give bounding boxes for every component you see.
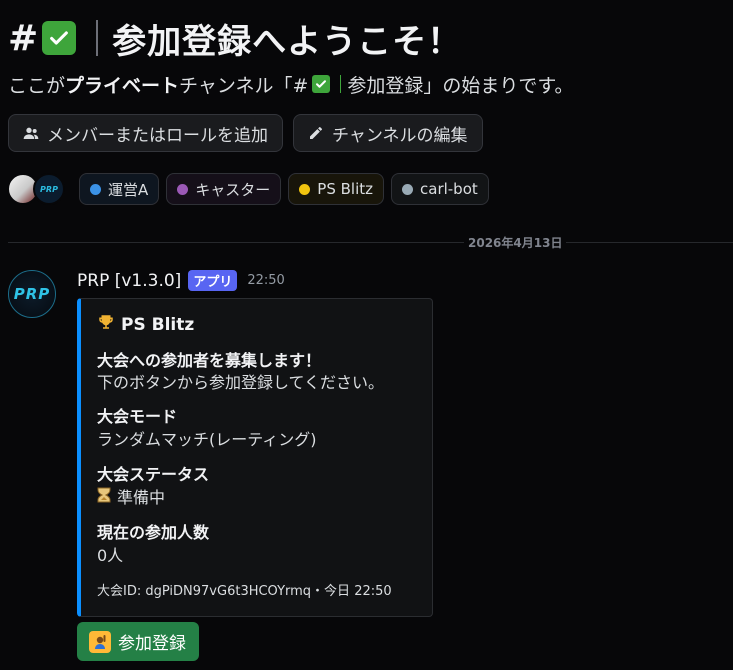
subtitle-mid: チャンネル「# (179, 74, 309, 97)
role-color-dot (177, 183, 189, 195)
role-label: carl-bot (420, 180, 478, 198)
add-members-button[interactable]: メンバーまたはロールを追加 (8, 114, 283, 152)
subtitle-pre: ここが (8, 74, 66, 97)
bot-avatar[interactable]: PRP (8, 270, 56, 318)
welcome-subtitle: ここが プライベート チャンネル「# 参加登録 」の始まりです。 (8, 70, 725, 98)
role-label: PS Blitz (317, 180, 373, 198)
people-icon (23, 127, 39, 139)
embed-footer: 大会ID: dgPiDN97vG6t3HCOYrmq・今日 22:50 (97, 584, 392, 599)
join-registration-button[interactable]: 参加登録 (77, 622, 199, 661)
field-value: 準備中 (117, 488, 166, 507)
subtitle-post: 」の始まりです。 (423, 74, 574, 97)
channel-welcome-header: # 参加登録へようこそ！ ここが プライベート チャンネル「# 参加登録 」の始… (8, 12, 725, 98)
raising-hand-icon (89, 630, 111, 653)
embed-desc-line: 下のボタンから参加登録してください。 (97, 373, 385, 392)
subtitle-private: プライベート (65, 74, 180, 97)
embed-description: 大会への参加者を募集します！ 下のボタンから参加登録してください。 (97, 350, 416, 394)
message-author[interactable]: PRP [v1.3.0] (77, 271, 181, 291)
date-divider (8, 242, 733, 243)
role-chip[interactable]: carl-bot (391, 173, 489, 205)
role-chip[interactable]: 運営A (79, 173, 160, 205)
role-color-dot (402, 183, 413, 195)
role-chip[interactable]: PS Blitz (288, 173, 384, 205)
add-members-label: メンバーまたはロールを追加 (47, 125, 268, 146)
pencil-icon (310, 126, 323, 139)
embed-field-status: 大会ステータス 準備中 (97, 464, 416, 510)
embed-title: PS Blitz (97, 313, 416, 336)
edit-channel-button[interactable]: チャンネルの編集 (293, 114, 483, 152)
field-name: 現在の参加人数 (97, 523, 210, 542)
field-value: 0人 (97, 546, 124, 565)
avatar-prp-text: PRP (40, 184, 58, 194)
date-divider-label: 2026年4月13日 (464, 234, 567, 251)
role-chip[interactable]: キャスター (166, 173, 282, 205)
bot-avatar-logo: PRP (13, 285, 51, 303)
title-separator (96, 20, 99, 56)
embed-desc-bold: 大会への参加者を募集します！ (97, 351, 322, 370)
trophy-icon (97, 313, 115, 336)
field-name: 大会ステータス (97, 465, 210, 484)
tournament-embed: PS Blitz 大会への参加者を募集します！ 下のボタンから参加登録してくださ… (77, 298, 433, 617)
embed-title-text: PS Blitz (121, 314, 195, 335)
channel-actions: メンバーまたはロールを追加 チャンネルの編集 (8, 114, 483, 152)
check-mark-icon (42, 21, 77, 55)
mini-separator (340, 75, 342, 93)
welcome-title-text: 参加登録へようこそ！ (112, 21, 463, 62)
welcome-title: # 参加登録へようこそ！ (8, 12, 725, 64)
hash-icon: # (8, 17, 39, 59)
subtitle-channel: 参加登録 (347, 74, 424, 97)
role-label: キャスター (195, 180, 271, 199)
message-header: PRP [v1.3.0] アプリ 22:50 (77, 270, 285, 291)
app-badge: アプリ (188, 270, 238, 291)
message-timestamp: 22:50 (247, 273, 285, 288)
role-color-dot (90, 183, 101, 195)
role-label: 運営A (108, 180, 149, 199)
role-chips: 運営A キャスター PS Blitz carl-bot (79, 173, 489, 205)
field-value-row: 準備中 (97, 486, 416, 510)
hourglass-icon (97, 486, 111, 510)
field-name: 大会モード (97, 407, 178, 426)
embed-field-mode: 大会モード ランダムマッチ(レーティング) (97, 406, 416, 452)
edit-channel-label: チャンネルの編集 (332, 125, 468, 146)
join-button-label: 参加登録 (118, 634, 186, 654)
field-value: ランダムマッチ(レーティング) (97, 430, 317, 449)
member-avatar-prp[interactable]: PRP (33, 173, 65, 205)
embed-field-count: 現在の参加人数 0人 (97, 522, 416, 568)
mini-check-icon (312, 75, 331, 93)
role-color-dot (299, 183, 311, 195)
member-row: PRP 運営A キャスター PS Blitz carl-bot (7, 173, 489, 205)
